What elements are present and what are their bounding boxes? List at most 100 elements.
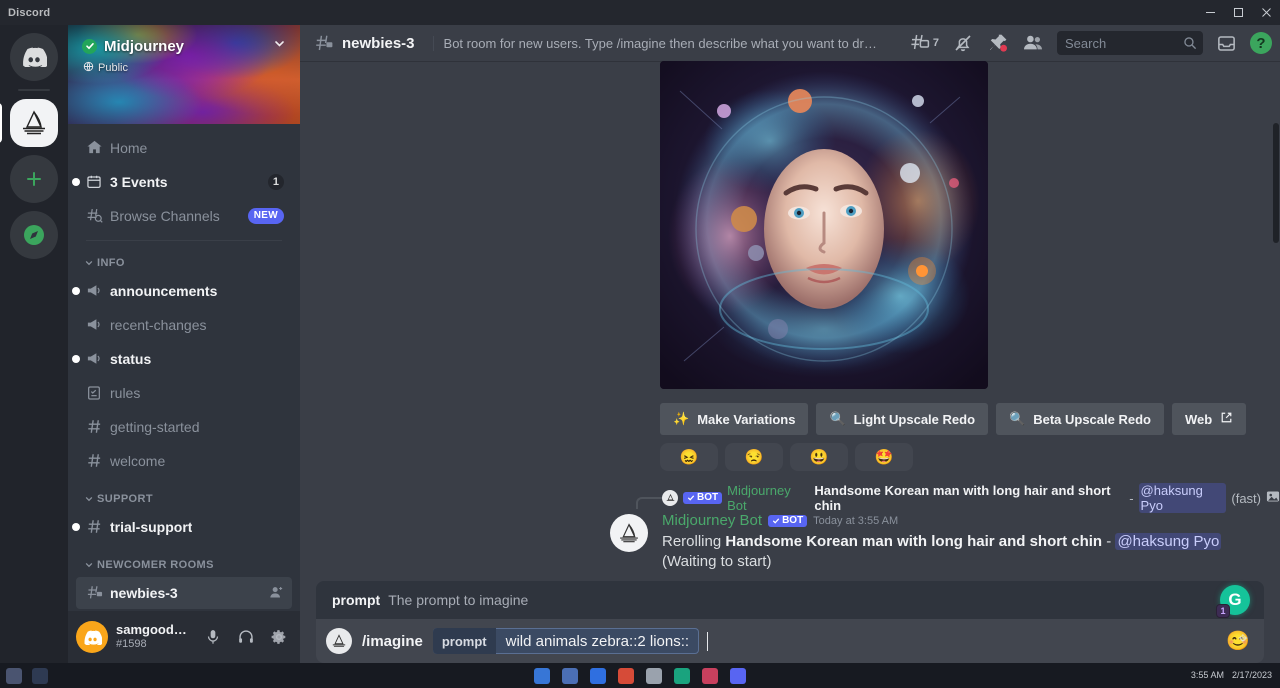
message-body: Midjourney Bot BOT Today at 3:55 AM Rero… xyxy=(300,509,1280,571)
category-support[interactable]: SUPPORT xyxy=(76,487,292,511)
reaction-star-struck[interactable]: 🤩 xyxy=(855,443,913,471)
sidebar-item-getting-started-label: getting-started xyxy=(110,418,200,435)
rail-item-guild-midjourney[interactable] xyxy=(0,99,58,147)
beta-upscale-redo-button[interactable]: 🔍 Beta Upscale Redo xyxy=(996,403,1164,435)
beta-upscale-redo-label: Beta Upscale Redo xyxy=(1033,411,1151,427)
announcement-icon xyxy=(84,350,104,367)
message-text: Rerolling Handsome Korean man with long … xyxy=(662,532,1280,571)
message-timestamp: Today at 3:55 AM xyxy=(813,514,899,527)
make-variations-button[interactable]: ✨ Make Variations xyxy=(660,403,809,435)
sidebar-item-trial-support[interactable]: trial-support xyxy=(72,511,292,543)
taskbar-icon-app1[interactable] xyxy=(618,667,634,684)
maximize-icon[interactable] xyxy=(1224,0,1252,25)
category-info[interactable]: INFO xyxy=(76,251,292,275)
bell-muted-icon[interactable] xyxy=(952,32,974,54)
microphone-icon[interactable] xyxy=(200,623,225,651)
reaction-grinning[interactable]: 😃 xyxy=(790,443,848,471)
command-param-value[interactable]: wild animals zebra::2 lions:: xyxy=(496,633,697,650)
threads-icon[interactable]: 7 xyxy=(909,32,939,54)
help-icon[interactable]: ? xyxy=(1250,32,1272,54)
username: samgoodw... xyxy=(116,623,193,638)
members-icon[interactable] xyxy=(1022,32,1044,54)
sidebar-item-browse-channels[interactable]: Browse Channels NEW xyxy=(76,200,292,232)
sidebar-item-events[interactable]: 3 Events 1 xyxy=(72,166,292,198)
reply-preview[interactable]: BOT Midjourney Bot Handsome Korean man w… xyxy=(300,483,1280,513)
rail-item-add-server[interactable] xyxy=(10,155,58,203)
command-param[interactable]: prompt wild animals zebra::2 lions:: xyxy=(432,628,700,654)
channel-list: Home 3 Events 1 Browse Channels NEW INFO… xyxy=(68,124,300,611)
rail-item-discord-home[interactable] xyxy=(10,33,58,81)
taskbar-icon-start[interactable] xyxy=(6,667,22,684)
category-support-label: SUPPORT xyxy=(97,492,153,505)
channel-topic[interactable]: Bot room for new users. Type /imagine th… xyxy=(432,35,883,51)
sidebar-item-newbies-3[interactable]: newbies-3 xyxy=(76,576,292,609)
grammarly-letter: G xyxy=(1228,590,1242,610)
message-composer[interactable]: /imagine prompt wild animals zebra::2 li… xyxy=(316,619,1264,663)
avatar[interactable] xyxy=(76,621,108,653)
server-privacy-label: Public xyxy=(98,62,128,74)
image-attachment-icon xyxy=(1266,490,1280,506)
sidebar-item-rules[interactable]: rules xyxy=(76,377,292,409)
category-newcomer-rooms-label: NEWCOMER ROOMS xyxy=(97,558,214,571)
sidebar-item-getting-started[interactable]: getting-started xyxy=(76,411,292,443)
home-icon xyxy=(84,139,104,156)
taskbar-icon-edge[interactable] xyxy=(562,667,578,684)
taskbar-icon-explorer[interactable] xyxy=(534,667,550,684)
add-member-icon[interactable] xyxy=(269,585,284,600)
window-controls xyxy=(1196,0,1280,25)
text-cursor-icon: ⌖ xyxy=(1238,629,1248,648)
inbox-icon[interactable] xyxy=(1216,33,1237,54)
minimize-icon[interactable] xyxy=(1196,0,1224,25)
pin-icon[interactable] xyxy=(987,32,1009,54)
reaction-confounded[interactable]: 😖 xyxy=(660,443,718,471)
message-separator: - xyxy=(1106,533,1112,550)
server-rail xyxy=(0,25,68,663)
sidebar-item-trial-support-label: trial-support xyxy=(110,518,193,535)
server-banner[interactable]: Midjourney Public xyxy=(68,25,300,124)
events-badge: 1 xyxy=(267,173,284,190)
midjourney-sailboat-icon xyxy=(23,110,45,135)
sidebar-item-home[interactable]: Home xyxy=(76,132,292,164)
discord-logo-icon xyxy=(84,630,102,645)
category-info-label: INFO xyxy=(97,256,125,269)
web-link-label: Web xyxy=(1184,411,1213,427)
chevron-down-icon xyxy=(85,497,93,502)
rail-item-explore-servers[interactable] xyxy=(10,211,58,259)
taskbar-clock[interactable]: 3:55 AM 2/17/2023 xyxy=(1191,670,1280,681)
server-header[interactable]: Midjourney xyxy=(82,37,286,55)
message-scrollbar[interactable] xyxy=(1273,123,1279,243)
message-author[interactable]: Midjourney Bot xyxy=(662,512,762,529)
taskbar-icon-word[interactable] xyxy=(590,667,606,684)
sidebar-item-newbies-3-label: newbies-3 xyxy=(110,584,178,601)
taskbar-icon-search[interactable] xyxy=(32,667,48,684)
sidebar-item-announcements[interactable]: announcements xyxy=(72,275,292,307)
chevron-down-icon xyxy=(85,261,93,266)
grammarly-icon[interactable]: G 1 xyxy=(1216,585,1250,619)
web-link-button[interactable]: Web xyxy=(1171,403,1247,435)
headphones-icon[interactable] xyxy=(233,623,258,651)
taskbar-icon-discord[interactable] xyxy=(730,667,746,684)
taskbar-icon-app2[interactable] xyxy=(646,667,662,684)
sidebar-item-status[interactable]: status xyxy=(72,343,292,375)
light-upscale-redo-button[interactable]: 🔍 Light Upscale Redo xyxy=(816,403,989,435)
message: Midjourney Bot BOT Today at 3:55 AM Rero… xyxy=(300,507,1280,571)
reaction-unamused[interactable]: 😒 xyxy=(725,443,783,471)
message-action-buttons: ✨ Make Variations 🔍 Light Upscale Redo 🔍… xyxy=(300,389,1280,435)
taskbar-icon-app3[interactable] xyxy=(674,667,690,684)
midjourney-generated-portrait[interactable] xyxy=(660,61,988,389)
taskbar-icon-app4[interactable] xyxy=(702,667,718,684)
sparkles-icon: ✨ xyxy=(673,411,690,426)
gear-icon[interactable] xyxy=(267,623,292,651)
composer-click-area[interactable]: ⌖ xyxy=(718,627,1248,655)
search-input[interactable]: Search xyxy=(1057,31,1203,55)
sidebar-item-status-label: status xyxy=(110,350,152,367)
message-mention[interactable]: @haksung Pyo xyxy=(1115,533,1222,550)
close-icon[interactable] xyxy=(1252,0,1280,25)
sidebar-item-recent-changes[interactable]: recent-changes xyxy=(76,309,292,341)
category-newcomer-rooms[interactable]: NEWCOMER ROOMS xyxy=(76,553,292,577)
search-icon xyxy=(1183,36,1197,50)
chevron-down-icon[interactable] xyxy=(273,37,286,55)
avatar[interactable] xyxy=(610,514,648,552)
sidebar-item-welcome[interactable]: welcome xyxy=(76,445,292,477)
user-info[interactable]: samgoodw... #1598 xyxy=(116,623,192,651)
